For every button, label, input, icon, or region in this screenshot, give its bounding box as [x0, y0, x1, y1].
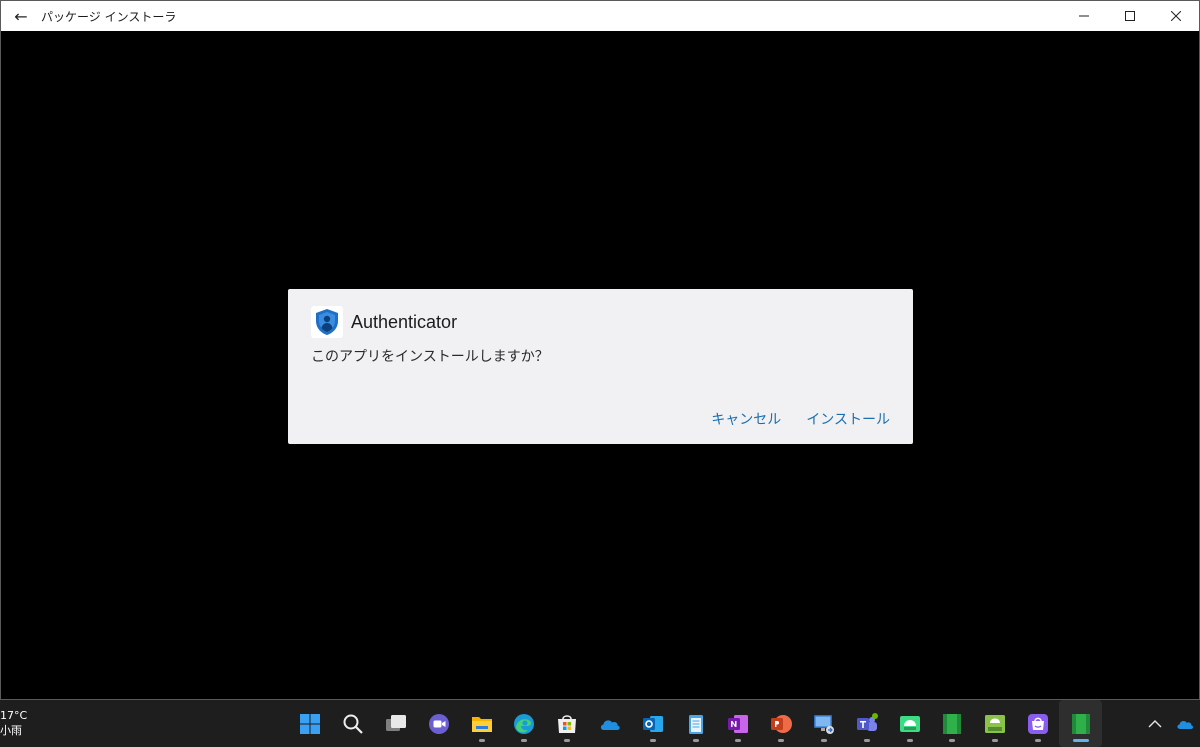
window-controls	[1061, 1, 1199, 31]
install-button[interactable]: インストール	[806, 409, 890, 429]
install-prompt: このアプリをインストールしますか？	[311, 349, 549, 365]
close-icon	[1171, 11, 1181, 21]
title-bar[interactable]: ← パッケージ インストーラ	[1, 1, 1199, 31]
taskbar: 17°C 小雨	[0, 700, 1200, 747]
taskbar-green-app[interactable]	[931, 700, 974, 747]
running-indicator	[1034, 739, 1041, 742]
file-explorer-icon	[471, 716, 492, 732]
start-icon	[300, 713, 321, 734]
weather-widget[interactable]: 17°C 小雨	[0, 708, 27, 738]
taskbar-search[interactable]	[332, 700, 375, 747]
taskbar-onedrive[interactable]	[589, 700, 632, 747]
apk-installer-icon	[985, 714, 1006, 733]
taskbar-teams[interactable]	[845, 700, 888, 747]
onedrive-icon	[600, 719, 620, 730]
dialog-actions: キャンセル インストール	[711, 409, 890, 429]
app-name: Authenticator	[351, 311, 458, 332]
taskbar-remote-desktop[interactable]	[803, 700, 846, 747]
search-icon	[343, 714, 363, 734]
notepad-icon	[688, 714, 703, 734]
onenote-icon	[728, 714, 749, 733]
green-app-icon	[943, 713, 962, 734]
edge-browser-icon	[514, 713, 535, 734]
maximize-button[interactable]	[1107, 1, 1153, 31]
taskbar-file-explorer[interactable]	[460, 700, 503, 747]
package-installer-window: ← パッケージ インストーラ Authenticator このアプリをインストー…	[0, 0, 1200, 700]
cancel-button[interactable]: キャンセル	[711, 409, 781, 429]
taskbar-onenote[interactable]	[717, 700, 760, 747]
onedrive-icon	[1177, 720, 1194, 729]
running-indicator	[949, 739, 956, 742]
taskbar-task-view[interactable]	[375, 700, 418, 747]
screen: ← パッケージ インストーラ Authenticator このアプリをインストー…	[0, 0, 1200, 747]
powerpoint-icon	[771, 714, 793, 733]
taskbar-chat[interactable]	[417, 700, 460, 747]
close-button[interactable]	[1153, 1, 1199, 31]
remote-desktop-icon	[813, 714, 834, 734]
running-indicator	[478, 739, 485, 742]
back-arrow-icon: ←	[14, 6, 28, 26]
taskbar-apk-installer[interactable]	[974, 700, 1017, 747]
taskbar-store[interactable]	[546, 700, 589, 747]
taskbar-notepad[interactable]	[674, 700, 717, 747]
weather-temperature: 17°C	[0, 709, 28, 722]
running-indicator	[521, 739, 528, 742]
running-indicator	[820, 739, 827, 742]
teams-icon	[856, 712, 878, 731]
outlook-icon	[642, 715, 663, 732]
chat-icon	[428, 713, 449, 734]
running-indicator	[992, 739, 999, 742]
taskbar-powerpoint[interactable]	[760, 700, 803, 747]
tray-onedrive[interactable]	[1170, 717, 1200, 731]
chevron-up-icon	[1148, 719, 1162, 727]
taskbar-package-installer[interactable]	[1059, 700, 1103, 747]
active-indicator	[1072, 739, 1089, 742]
system-tray	[1140, 700, 1200, 747]
dialog-header: Authenticator	[311, 306, 457, 338]
install-dialog: Authenticator このアプリをインストールしますか？ キャンセル イン…	[288, 289, 913, 444]
amazon-appstore-icon	[1027, 713, 1048, 734]
running-indicator	[778, 739, 785, 742]
show-hidden-icons-button[interactable]	[1140, 719, 1170, 729]
running-indicator	[906, 739, 913, 742]
window-title: パッケージ インストーラ	[41, 9, 177, 24]
back-button[interactable]: ←	[1, 1, 41, 31]
running-indicator	[649, 739, 656, 742]
running-indicator	[564, 739, 571, 742]
taskbar-amazon-appstore[interactable]	[1017, 700, 1060, 747]
running-indicator	[692, 739, 699, 742]
package-installer-icon	[1071, 713, 1090, 734]
running-indicator	[863, 739, 870, 742]
taskbar-outlook[interactable]	[631, 700, 674, 747]
authenticator-icon	[311, 306, 343, 338]
taskbar-edge[interactable]	[503, 700, 546, 747]
taskbar-start[interactable]	[289, 700, 332, 747]
task-view-icon	[385, 714, 406, 731]
maximize-icon	[1125, 11, 1135, 21]
taskbar-android[interactable]	[888, 700, 931, 747]
microsoft-store-icon	[558, 714, 577, 733]
minimize-button[interactable]	[1061, 1, 1107, 31]
minimize-icon	[1079, 15, 1089, 17]
android-icon	[899, 715, 920, 732]
weather-condition: 小雨	[0, 724, 22, 737]
taskbar-apps	[289, 700, 1103, 747]
running-indicator	[735, 739, 742, 742]
